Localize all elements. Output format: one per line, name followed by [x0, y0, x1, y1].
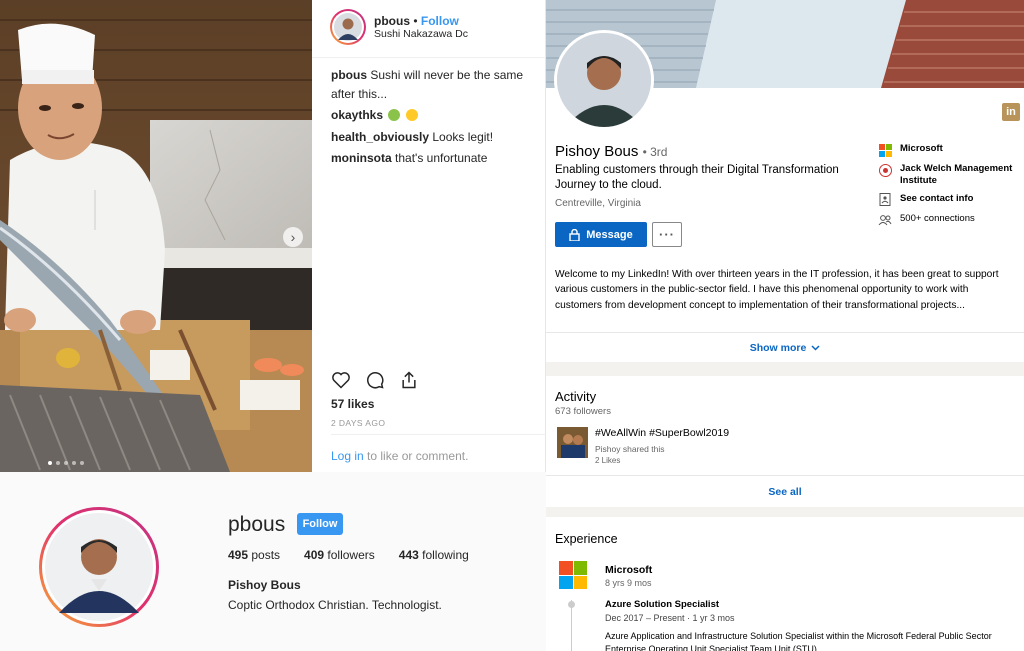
linkedin-highlights: Microsoft Jack Welch Management Institut…	[878, 143, 1024, 233]
message-button-label: Message	[586, 228, 633, 241]
dot-separator: •	[413, 13, 418, 28]
carousel-dot	[48, 461, 52, 465]
comment-text: that's unfortunate	[395, 150, 488, 165]
login-link[interactable]: Log in	[331, 449, 364, 463]
experience-duration: 8 yrs 9 mos	[605, 578, 652, 588]
role-title: Azure Solution Specialist	[605, 599, 720, 610]
profile-bio: Coptic Orthodox Christian. Technologist.	[228, 598, 442, 612]
share-icon[interactable]	[399, 370, 419, 390]
carousel-dot	[72, 461, 76, 465]
comment-item: health_obviously Looks legit!	[331, 128, 545, 147]
post-location[interactable]: Sushi Nakazawa Dc	[374, 28, 468, 41]
about-summary: Welcome to my LinkedIn! With over thirte…	[555, 269, 999, 311]
followers-stat[interactable]: 409 followers	[304, 548, 375, 562]
like-count[interactable]: 57 likes	[331, 397, 374, 411]
show-more-button[interactable]: Show more	[546, 332, 1024, 362]
linkedin-name: Pishoy Bous • 3rd	[555, 143, 668, 160]
linkedin-profile: in Pishoy Bous • 3rd Enabling customers …	[546, 0, 1024, 651]
activity-post-text[interactable]: #WeAllWin #SuperBowl2019	[595, 427, 729, 439]
carousel-dot	[80, 461, 84, 465]
linkedin-avatar[interactable]	[554, 30, 654, 130]
microsoft-logo-icon	[878, 143, 892, 157]
comment-user[interactable]: okaythks	[331, 108, 383, 122]
comment-item: okaythks	[331, 106, 545, 125]
profile-username: pbous	[228, 513, 286, 536]
linkedin-headline: Enabling customers through their Digital…	[555, 164, 839, 192]
chevron-down-icon	[811, 344, 820, 351]
post-actions	[331, 370, 419, 390]
comment-item: pbous Sushi will never be the same after…	[331, 66, 545, 104]
comment-user[interactable]: health_obviously	[331, 130, 429, 144]
linkedin-location: Centreville, Virginia	[555, 198, 641, 209]
activity-likes: 2 Likes	[595, 456, 621, 465]
activity-followers: 673 followers	[555, 406, 611, 417]
comment-text: Looks legit!	[432, 129, 494, 144]
heart-icon[interactable]	[331, 370, 351, 390]
activity-title: Activity	[555, 389, 597, 404]
comment-user[interactable]: pbous	[331, 68, 367, 82]
profile-avatar[interactable]	[39, 507, 159, 627]
linkedin-top-card: in Pishoy Bous • 3rd Enabling customers …	[546, 0, 1024, 362]
see-all-activity-button[interactable]: See all	[546, 475, 1024, 507]
avatar-icon	[557, 33, 651, 127]
people-icon	[878, 213, 892, 227]
comment-list: pbous Sushi will never be the same after…	[331, 66, 545, 170]
avatar-icon	[334, 13, 362, 41]
contact-card-icon	[878, 193, 892, 207]
post-username[interactable]: pbous	[374, 14, 410, 28]
connection-degree: • 3rd	[642, 145, 668, 159]
activity-photo-image	[557, 427, 588, 458]
login-prompt-text: to like or comment.	[363, 449, 469, 463]
education[interactable]: Jack Welch Management Institute	[878, 163, 1024, 187]
carousel-dots	[48, 461, 84, 465]
instagram-profile-header: pbous Follow 495 posts 409 followers 443…	[0, 472, 546, 651]
lock-icon	[569, 228, 580, 241]
more-actions-button[interactable]: ···	[652, 222, 682, 247]
contact-info-link[interactable]: See contact info	[878, 193, 1024, 207]
following-stat[interactable]: 443 following	[399, 548, 469, 562]
green-face-emoji-icon	[388, 109, 401, 122]
divider	[331, 434, 546, 435]
carousel-next-button[interactable]: ›	[283, 227, 303, 247]
school-seal-icon	[878, 163, 892, 177]
login-prompt: Log in to like or comment.	[331, 449, 468, 463]
sushi-chef-photo	[0, 0, 312, 472]
carousel-dot	[64, 461, 68, 465]
post-follow-button[interactable]: Follow	[421, 14, 459, 28]
ellipsis-icon: ···	[659, 227, 675, 242]
current-company[interactable]: Microsoft	[878, 143, 1024, 157]
role-description: Azure Application and Infrastructure Sol…	[605, 631, 992, 651]
activity-shared-by: Pishoy shared this	[595, 444, 665, 454]
comment-item: moninsota that's unfortunate	[331, 149, 545, 168]
profile-stats: 495 posts 409 followers 443 following	[228, 548, 493, 562]
linkedin-logo-icon: in	[1002, 103, 1020, 121]
post-avatar[interactable]	[330, 9, 366, 45]
comment-user[interactable]: moninsota	[331, 151, 392, 165]
laughing-face-emoji-icon	[405, 109, 418, 122]
activity-thumbnail[interactable]	[557, 427, 588, 458]
posts-stat: 495 posts	[228, 548, 281, 562]
experience-title: Experience	[555, 532, 618, 546]
profile-full-name: Pishoy Bous	[228, 578, 301, 592]
avatar-icon	[45, 513, 153, 621]
post-panel: pbous • Follow Sushi Nakazawa Dc pbous S…	[312, 0, 546, 472]
microsoft-logo-icon[interactable]	[559, 561, 587, 589]
chevron-right-icon: ›	[290, 229, 296, 245]
role-dates: Dec 2017 – Present · 1 yr 3 mos	[605, 613, 735, 623]
profile-follow-button[interactable]: Follow	[297, 513, 343, 535]
timeline-dot	[568, 601, 575, 608]
message-button[interactable]: Message	[555, 222, 647, 247]
connections-count[interactable]: 500+ connections	[878, 213, 1024, 227]
carousel-dot	[56, 461, 60, 465]
divider	[312, 57, 546, 58]
post-timestamp: 2 DAYS AGO	[331, 418, 386, 428]
post-header: pbous • Follow Sushi Nakazawa Dc	[330, 9, 468, 45]
comment-icon[interactable]	[365, 370, 385, 390]
post-photo[interactable]: ›	[0, 0, 312, 472]
experience-company[interactable]: Microsoft	[605, 564, 652, 576]
